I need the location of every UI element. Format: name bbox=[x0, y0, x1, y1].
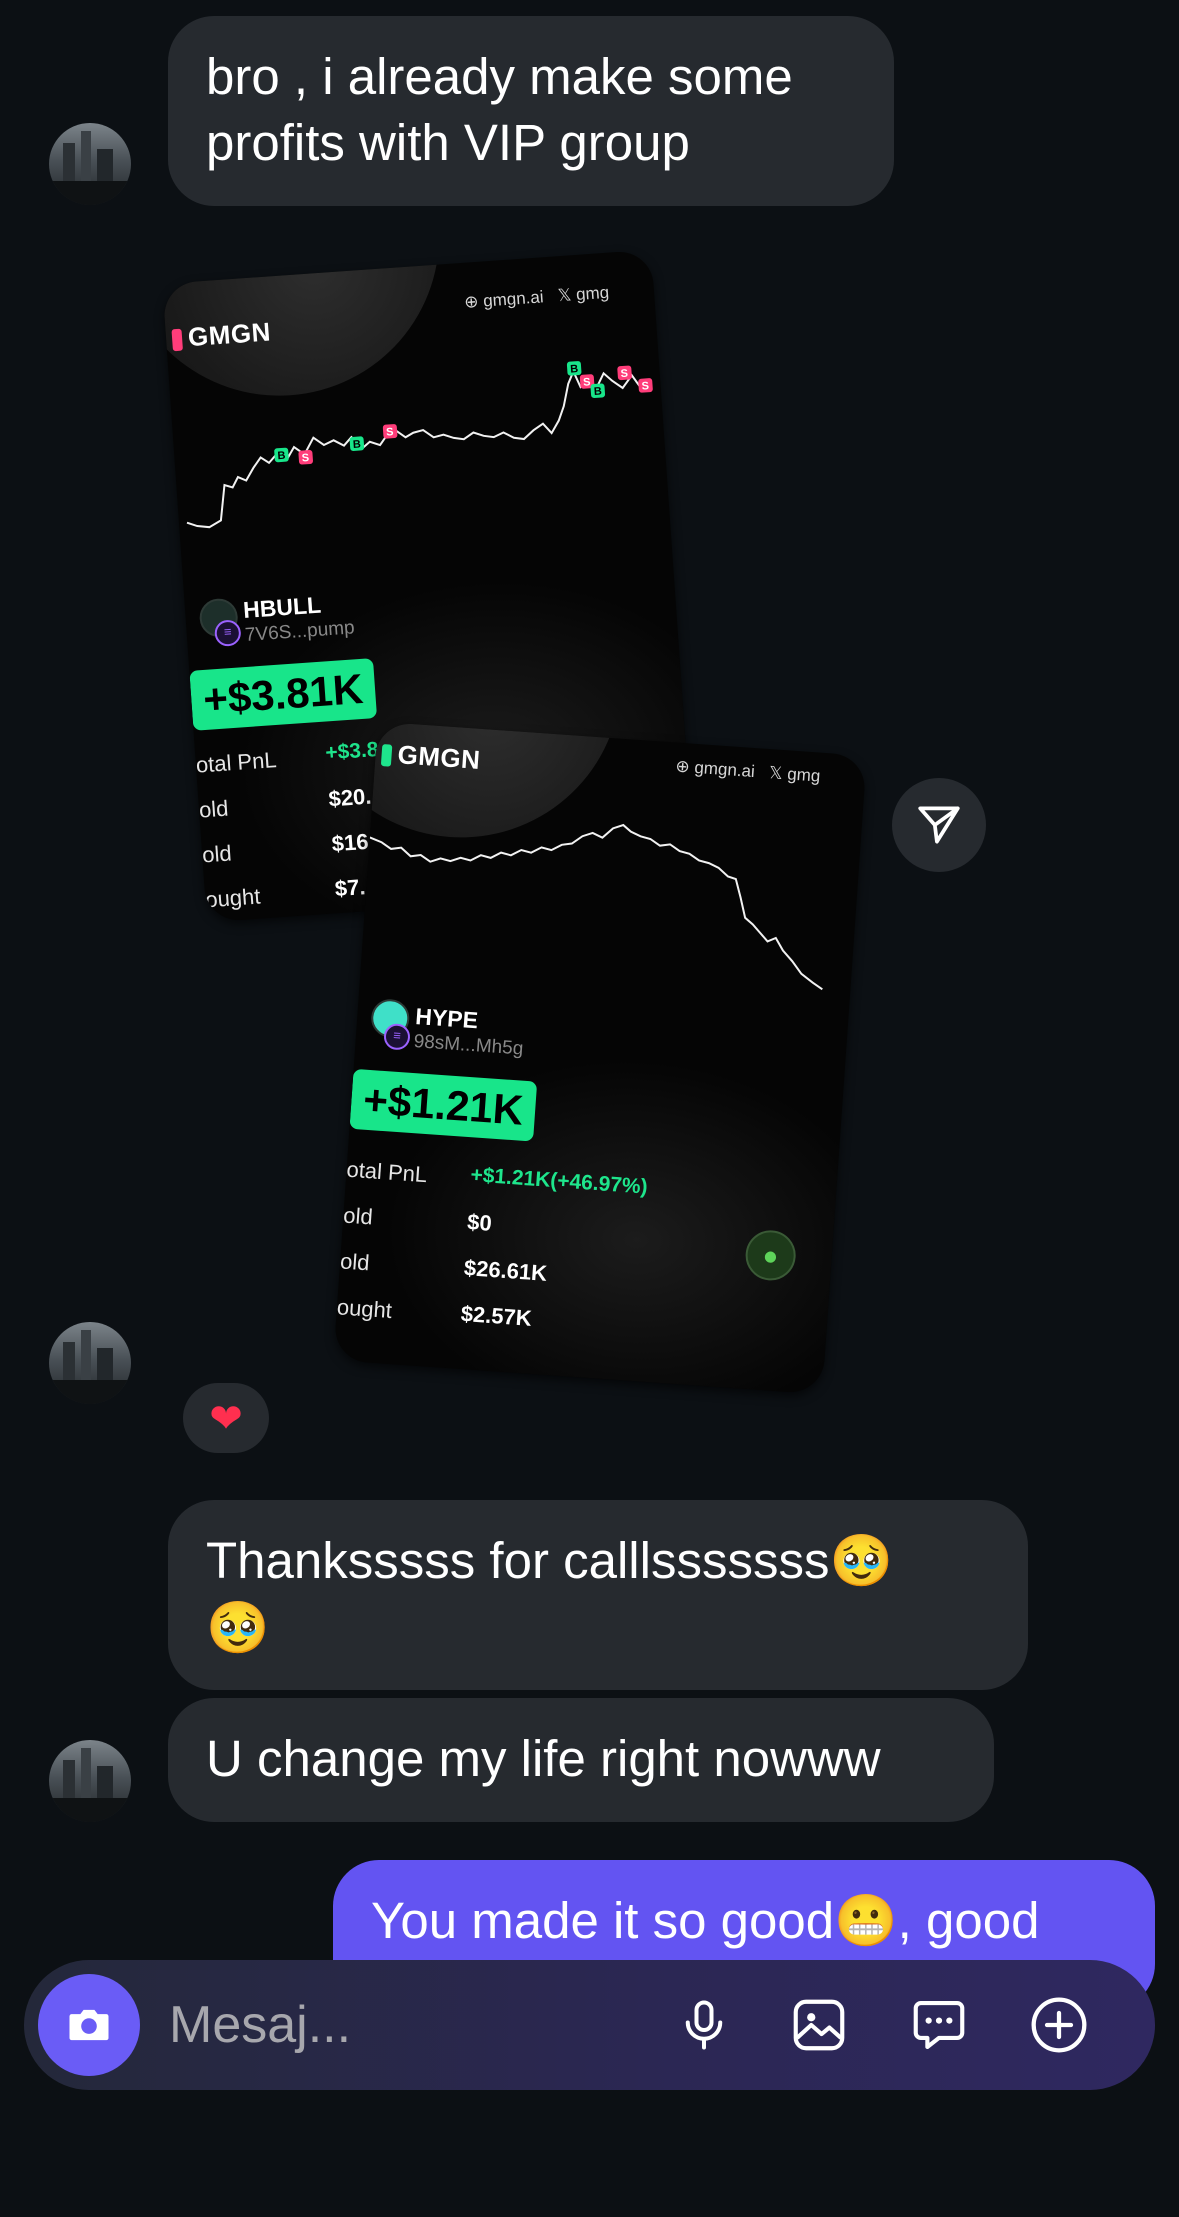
message-text-tail: , good bbox=[897, 1892, 1040, 1949]
message-bubble[interactable]: U change my life right nowww bbox=[168, 1698, 994, 1822]
svg-text:S: S bbox=[386, 426, 394, 438]
microphone-button[interactable] bbox=[664, 1985, 744, 2065]
avatar[interactable] bbox=[49, 1740, 131, 1822]
brand-logo bbox=[171, 328, 183, 352]
site-link: ⊕ gmgn.ai 𝕏 gmg bbox=[674, 756, 822, 786]
message-bubble[interactable]: bro , i already make some profits with V… bbox=[168, 16, 894, 206]
avatar[interactable] bbox=[49, 123, 131, 205]
stat-label: old bbox=[198, 795, 230, 823]
message-text: You made it so good bbox=[371, 1892, 835, 1949]
sticker-icon bbox=[913, 2000, 965, 2050]
svg-text:S: S bbox=[620, 368, 628, 380]
avatar[interactable] bbox=[49, 1322, 131, 1404]
message-text: bro , i already make some profits with V… bbox=[206, 48, 793, 171]
svg-text:S: S bbox=[301, 452, 309, 464]
sticker-button[interactable] bbox=[899, 1985, 979, 2065]
plus-icon bbox=[1031, 1997, 1087, 2053]
price-chart: B S B S B S B S S bbox=[186, 361, 653, 529]
stat-label: ought bbox=[336, 1294, 393, 1324]
plus-button[interactable] bbox=[1019, 1985, 1099, 2065]
pleading-face-emoji: 🥹 bbox=[206, 1599, 270, 1658]
message-text: Thanksssss for calllsssssss bbox=[206, 1532, 830, 1589]
message-input[interactable]: Mesaj... bbox=[169, 1992, 351, 2058]
stat-value: $2.57K bbox=[459, 1300, 533, 1331]
svg-text:B: B bbox=[353, 438, 362, 451]
brand-name: GMGN bbox=[187, 316, 272, 353]
pnl-card-hype[interactable]: GMGN ⊕ gmgn.ai 𝕏 gmg ≡ HYPE 98sM...Mh5g … bbox=[333, 721, 867, 1395]
globe-icon: ⊕ bbox=[674, 756, 691, 777]
svg-text:S: S bbox=[583, 376, 591, 388]
stat-label: ought bbox=[204, 883, 262, 913]
pleading-face-emoji: 🥹 bbox=[829, 1532, 893, 1591]
price-chart bbox=[369, 823, 823, 991]
message-bubble[interactable]: Thanksssss for calllsssssss🥹 🥹 bbox=[168, 1500, 1028, 1690]
x-icon: 𝕏 bbox=[557, 285, 573, 306]
share-button[interactable] bbox=[892, 778, 986, 872]
camera-button[interactable] bbox=[38, 1974, 140, 2076]
heart-icon: ❤ bbox=[209, 1397, 243, 1441]
stat-label: old bbox=[339, 1248, 371, 1276]
message-text: U change my life right nowww bbox=[206, 1730, 881, 1787]
token-name: HBULL bbox=[242, 591, 322, 623]
grimacing-face-emoji: 😬 bbox=[834, 1892, 898, 1951]
gallery-icon bbox=[793, 1999, 845, 2051]
globe-icon: ⊕ bbox=[463, 291, 480, 312]
pnl-amount-badge: +$1.21K bbox=[349, 1068, 538, 1142]
stat-value: $7. bbox=[334, 874, 367, 902]
site-link: ⊕ gmgn.ai 𝕏 gmg bbox=[463, 282, 610, 312]
svg-text:B: B bbox=[593, 385, 602, 398]
stat-value: $0 bbox=[466, 1209, 493, 1236]
pnl-amount-badge: +$3.81K bbox=[189, 658, 378, 731]
stat-value: $20. bbox=[327, 783, 373, 812]
svg-text:B: B bbox=[277, 450, 286, 463]
svg-text:B: B bbox=[570, 363, 579, 376]
camera-icon bbox=[69, 2009, 109, 2041]
microphone-icon bbox=[685, 2000, 723, 2050]
stat-label: otal PnL bbox=[345, 1156, 429, 1188]
stat-label: old bbox=[342, 1202, 374, 1230]
gallery-button[interactable] bbox=[779, 1985, 859, 2065]
svg-text:S: S bbox=[641, 380, 649, 392]
message-composer: Mesaj... bbox=[24, 1960, 1155, 2090]
token-name: HYPE bbox=[414, 1003, 479, 1034]
send-icon bbox=[918, 806, 960, 844]
stat-label: old bbox=[201, 840, 233, 868]
brand-name: GMGN bbox=[396, 739, 482, 775]
x-icon: 𝕏 bbox=[768, 763, 784, 784]
heart-reaction[interactable]: ❤ bbox=[183, 1383, 269, 1453]
brand-logo bbox=[380, 744, 393, 767]
